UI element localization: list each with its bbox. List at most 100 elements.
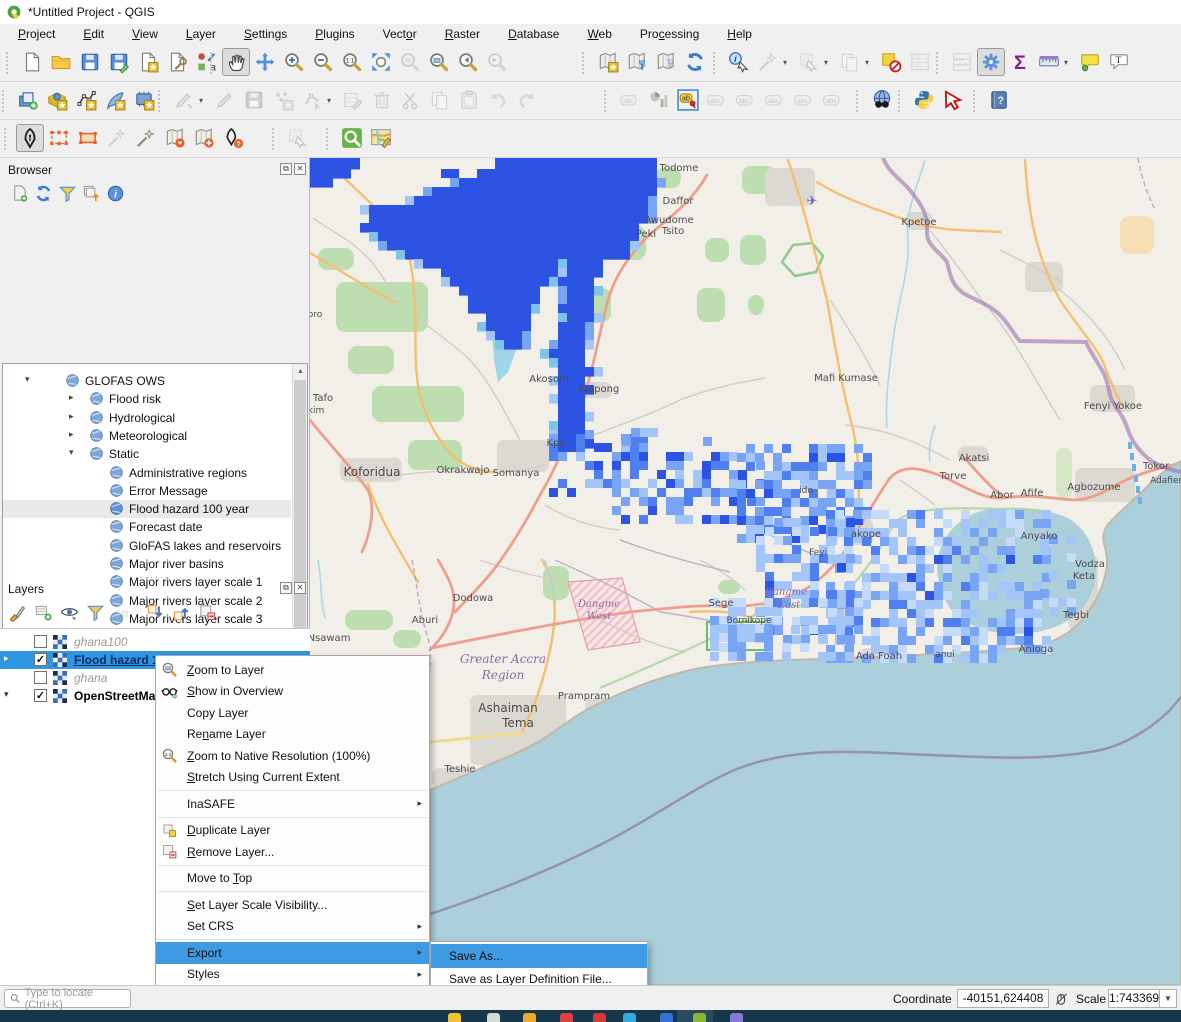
identify-features-icon[interactable]: i bbox=[725, 48, 753, 76]
dropdown-arrow-icon[interactable]: ▾ bbox=[327, 96, 331, 105]
menu-raster[interactable]: Raster bbox=[431, 25, 494, 43]
context-menu-item-set-crs[interactable]: Set CRS▸ bbox=[156, 916, 429, 938]
browser-item-static[interactable]: ▾Static bbox=[3, 445, 291, 463]
new-shapefile-icon[interactable] bbox=[72, 86, 100, 114]
zoom-full-icon[interactable] bbox=[367, 48, 395, 76]
context-menu-item-show-in-overview[interactable]: Show in Overview bbox=[156, 681, 429, 703]
label-rotate-icon[interactable]: abc bbox=[790, 86, 818, 114]
cut-icon[interactable] bbox=[397, 86, 425, 114]
run-wizard-icon[interactable] bbox=[132, 124, 160, 152]
vertex-tool-icon[interactable] bbox=[298, 86, 326, 114]
scale-combobox[interactable]: 1:743369 bbox=[1108, 989, 1160, 1008]
browser-close-button[interactable]: ✕ bbox=[294, 163, 306, 175]
statistics-icon[interactable]: Σ bbox=[1006, 48, 1034, 76]
taskbar-app-icon[interactable] bbox=[523, 1013, 536, 1022]
copy-icon[interactable] bbox=[426, 86, 454, 114]
measure-icon[interactable] bbox=[1035, 48, 1063, 76]
zoom-next-icon[interactable] bbox=[483, 48, 511, 76]
pan-map-icon[interactable] bbox=[222, 48, 250, 76]
redo-icon[interactable] bbox=[513, 86, 541, 114]
context-menu-item-stretch-using-current-extent[interactable]: Stretch Using Current Extent bbox=[156, 767, 429, 789]
layers-add-group-icon[interactable] bbox=[32, 601, 54, 623]
taskbar-app-icon[interactable] bbox=[448, 1013, 461, 1022]
save-edits-icon[interactable] bbox=[240, 86, 268, 114]
layer-visibility-checkbox[interactable] bbox=[34, 635, 47, 648]
set-extent-icon[interactable] bbox=[45, 124, 73, 152]
context-menu-item-duplicate-layer[interactable]: Duplicate Layer bbox=[156, 820, 429, 842]
layers-expand-all-icon[interactable] bbox=[144, 601, 166, 623]
python-console-icon[interactable] bbox=[910, 86, 938, 114]
coordinate-input[interactable]: -40151,624408 bbox=[957, 989, 1049, 1008]
label-properties-icon[interactable]: abc bbox=[819, 86, 847, 114]
open-project-icon[interactable] bbox=[47, 48, 75, 76]
toggle-editing-icon[interactable] bbox=[211, 86, 239, 114]
undo-icon[interactable] bbox=[484, 86, 512, 114]
map-canvas[interactable]: TodomeDafforAwudomeTsitoPekiKpetoeMafi K… bbox=[310, 158, 1181, 985]
layers-close-button[interactable]: ✕ bbox=[294, 582, 306, 594]
layer-row-ghana100[interactable]: ghana100 bbox=[0, 633, 310, 651]
browser-item-major-river-basins[interactable]: Major river basins bbox=[3, 555, 291, 573]
field-calculator-icon[interactable] bbox=[948, 48, 976, 76]
zoom-last-icon[interactable] bbox=[454, 48, 482, 76]
deselect-all-icon[interactable] bbox=[877, 48, 905, 76]
layer-visibility-checkbox[interactable]: ✓ bbox=[34, 653, 47, 666]
new-print-layout-icon[interactable] bbox=[134, 48, 162, 76]
new-spatialite-icon[interactable] bbox=[101, 86, 129, 114]
browser-float-button[interactable]: ⧉ bbox=[280, 163, 292, 175]
browser-item-glofas-ows[interactable]: ▾GLOFAS OWS bbox=[3, 372, 291, 390]
inasafe-icon[interactable] bbox=[16, 124, 44, 152]
layer-visibility-checkbox[interactable] bbox=[34, 671, 47, 684]
mouse-extent-icon[interactable] bbox=[1054, 991, 1069, 1007]
zoom-out-icon[interactable] bbox=[309, 48, 337, 76]
menu-processing[interactable]: Processing bbox=[626, 25, 713, 43]
taskbar-app-icon[interactable] bbox=[693, 1013, 706, 1022]
context-menu-item-inasafe[interactable]: InaSAFE▸ bbox=[156, 793, 429, 815]
zoom-in-icon[interactable] bbox=[280, 48, 308, 76]
context-menu-item-move-to-top[interactable]: Move to Top bbox=[156, 868, 429, 890]
taskbar-app-icon[interactable] bbox=[660, 1013, 673, 1022]
new-map-view-icon[interactable] bbox=[594, 48, 622, 76]
expander-icon[interactable]: ▸ bbox=[69, 429, 74, 440]
browser-filter-icon[interactable] bbox=[56, 182, 78, 204]
menu-layer[interactable]: Layer bbox=[172, 25, 230, 43]
layers-remove-layer-icon[interactable] bbox=[196, 601, 218, 623]
context-menu-item-remove-layer-[interactable]: Remove Layer... bbox=[156, 841, 429, 863]
new-virtual-layer-icon[interactable] bbox=[130, 86, 158, 114]
dropdown-arrow-icon[interactable]: ▾ bbox=[199, 96, 203, 105]
menu-edit[interactable]: Edit bbox=[69, 25, 118, 43]
modify-attributes-icon[interactable] bbox=[339, 86, 367, 114]
label-pin-icon[interactable]: abc bbox=[703, 86, 731, 114]
inasafe-help-icon[interactable]: ? bbox=[219, 124, 247, 152]
refresh-icon[interactable] bbox=[681, 48, 709, 76]
menu-plugins[interactable]: Plugins bbox=[301, 25, 368, 43]
scale-dropdown-button[interactable]: ▼ bbox=[1159, 989, 1177, 1008]
menu-web[interactable]: Web bbox=[573, 25, 625, 43]
taskbar-app-icon[interactable] bbox=[730, 1013, 743, 1022]
deselect-icon[interactable] bbox=[836, 48, 864, 76]
data-source-manager-icon[interactable] bbox=[14, 86, 42, 114]
dropdown-arrow-icon[interactable]: ▾ bbox=[824, 58, 828, 67]
layer-labeling-icon[interactable]: ab bbox=[674, 86, 702, 114]
submenu-item-save-as-[interactable]: Save As... bbox=[431, 944, 647, 968]
layers-filter-expression-icon[interactable]: ε bbox=[110, 601, 132, 623]
map-tips-icon[interactable] bbox=[1076, 48, 1104, 76]
add-layers-icon[interactable] bbox=[190, 124, 218, 152]
new-geopackage-icon[interactable] bbox=[43, 86, 71, 114]
browser-item-flood-risk[interactable]: ▸Flood risk bbox=[3, 390, 291, 408]
dropdown-arrow-icon[interactable]: ▾ bbox=[865, 58, 869, 67]
context-menu-item-set-layer-scale-visibility-[interactable]: Set Layer Scale Visibility... bbox=[156, 894, 429, 916]
save-project-icon[interactable] bbox=[76, 48, 104, 76]
help-icon[interactable]: ? bbox=[985, 86, 1013, 114]
browser-item-meteorological[interactable]: ▸Meteorological bbox=[3, 427, 291, 445]
processing-toolbox-icon[interactable] bbox=[977, 48, 1005, 76]
expander-icon[interactable]: ▾ bbox=[4, 689, 9, 700]
layers-style-panel-icon[interactable] bbox=[6, 601, 28, 623]
taskbar-app-icon[interactable] bbox=[560, 1013, 573, 1022]
menu-view[interactable]: View bbox=[118, 25, 172, 43]
nominatim-search-icon[interactable] bbox=[338, 124, 366, 152]
extent-to-layer-icon[interactable] bbox=[74, 124, 102, 152]
browser-add-layer-icon[interactable] bbox=[8, 182, 30, 204]
browser-refresh-icon[interactable] bbox=[32, 182, 54, 204]
style-manager-icon[interactable]: a bbox=[192, 48, 220, 76]
expander-icon[interactable]: ▾ bbox=[25, 374, 30, 385]
